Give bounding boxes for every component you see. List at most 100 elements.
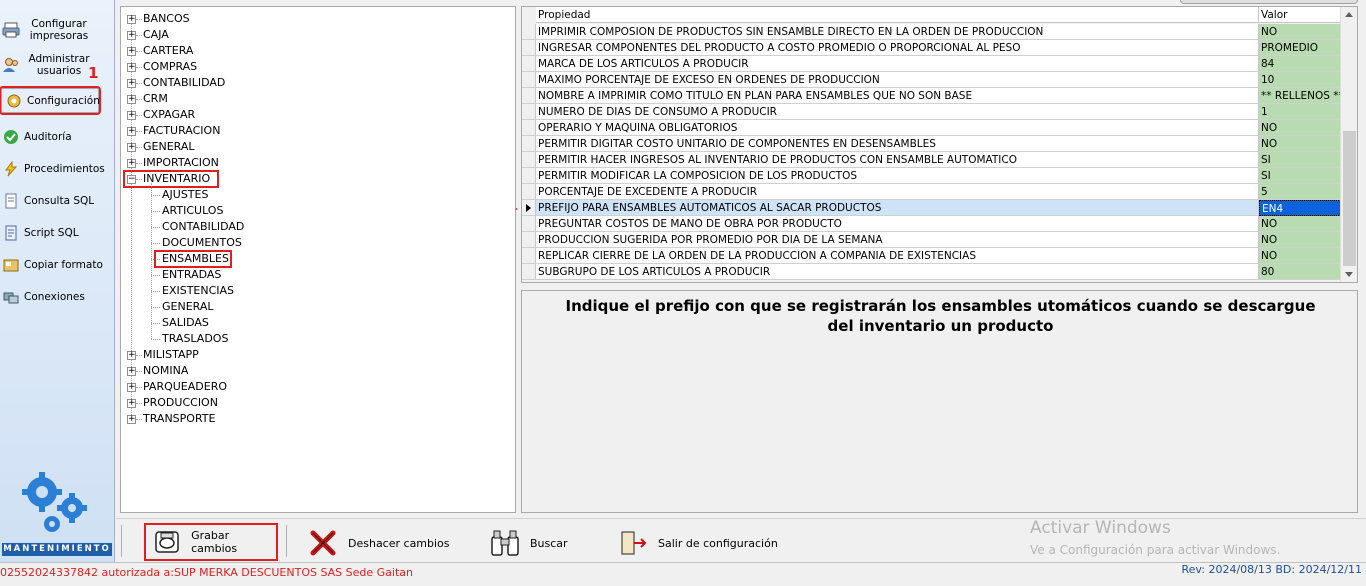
value-cell[interactable]: NO — [1259, 120, 1341, 136]
grid-row[interactable]: PRODUCCION SUGERIDA POR PROMEDIO POR DIA… — [522, 232, 1341, 248]
top-partial-button[interactable] — [1180, 0, 1358, 4]
tree-node[interactable]: CONTABILIDAD — [143, 75, 225, 91]
expand-icon[interactable]: + — [127, 351, 136, 360]
value-cell[interactable]: 84 — [1259, 56, 1341, 72]
tree-node[interactable]: COMPRAS — [143, 59, 197, 75]
value-cell[interactable]: 5 — [1259, 184, 1341, 200]
grid-row[interactable]: SUBGRUPO DE LOS ARTICULOS A PRODUCIR 80 — [522, 264, 1341, 280]
tree-node[interactable]: SALIDAS — [162, 315, 209, 331]
tree-node[interactable]: CAJA — [143, 27, 169, 43]
expand-icon[interactable]: + — [127, 31, 136, 40]
value-cell[interactable]: 1 — [1259, 104, 1341, 120]
scroll-down-icon[interactable] — [1345, 272, 1353, 277]
value-cell[interactable]: EN4 — [1259, 200, 1341, 216]
tree-node-ensambles[interactable]: ENSAMBLES — [162, 251, 229, 267]
grid-row[interactable]: INGRESAR COMPONENTES DEL PRODUCTO A COST… — [522, 40, 1341, 56]
row-selector[interactable] — [522, 152, 536, 168]
grid-row[interactable]: PERMITIR MODIFICAR LA COMPOSICION DE LOS… — [522, 168, 1341, 184]
sidebar-item-conexiones[interactable]: Conexiones — [2, 288, 112, 306]
search-button[interactable]: Buscar — [490, 527, 568, 559]
tree-node[interactable]: CRM — [143, 91, 168, 107]
grid-row[interactable]: IMPRIMIR COMPOSION DE PRODUCTOS SIN ENSA… — [522, 24, 1341, 40]
expand-icon[interactable]: + — [127, 63, 136, 72]
expand-icon[interactable]: + — [127, 15, 136, 24]
tree-node[interactable]: NOMINA — [143, 363, 188, 379]
tree-node[interactable]: TRANSPORTE — [143, 411, 215, 427]
value-cell[interactable]: 80 — [1259, 264, 1341, 280]
tree-node[interactable]: DOCUMENTOS — [162, 235, 242, 251]
grid-row[interactable]: PREFIJO PARA ENSAMBLES AUTOMATICOS AL SA… — [522, 200, 1341, 216]
row-selector[interactable] — [522, 24, 536, 40]
row-selector[interactable] — [522, 232, 536, 248]
tree-node[interactable]: MILISTAPP — [143, 347, 199, 363]
row-selector[interactable] — [522, 120, 536, 136]
expand-icon[interactable]: + — [127, 127, 136, 136]
expand-icon[interactable]: + — [127, 143, 136, 152]
expand-icon[interactable]: + — [127, 95, 136, 104]
expand-icon[interactable]: + — [127, 367, 136, 376]
row-selector[interactable] — [522, 72, 536, 88]
sidebar-item-configuracion[interactable]: Configuración — [0, 86, 101, 115]
row-selector[interactable] — [522, 168, 536, 184]
grid-row[interactable]: PREGUNTAR COSTOS DE MANO DE OBRA POR PRO… — [522, 216, 1341, 232]
grid-row[interactable]: PERMITIR DIGITAR COSTO UNITARIO DE COMPO… — [522, 136, 1341, 152]
value-cell[interactable]: NO — [1259, 24, 1341, 40]
grid-scrollbar[interactable] — [1340, 7, 1357, 282]
sidebar-item-copiar-formato[interactable]: Copiar formato — [2, 256, 112, 274]
value-cell[interactable]: NO — [1259, 232, 1341, 248]
sidebar-item-script-sql[interactable]: Script SQL — [2, 224, 112, 242]
grid-row[interactable]: MAXIMO PORCENTAJE DE EXCESO EN ORDENES D… — [522, 72, 1341, 88]
row-selector[interactable] — [522, 88, 536, 104]
tree-node[interactable]: BANCOS — [143, 11, 190, 27]
save-button[interactable]: Grabar cambios — [144, 523, 278, 561]
exit-config-button[interactable]: Salir de configuración — [618, 527, 778, 559]
expand-icon[interactable]: + — [127, 79, 136, 88]
tree-node[interactable]: CXPAGAR — [143, 107, 195, 123]
expand-icon[interactable]: + — [127, 415, 136, 424]
tree-node[interactable]: PARQUEADERO — [143, 379, 227, 395]
row-selector[interactable] — [522, 184, 536, 200]
expand-icon[interactable]: + — [127, 383, 136, 392]
value-cell[interactable]: NO — [1259, 136, 1341, 152]
tree-node[interactable]: ENTRADAS — [162, 267, 221, 283]
sidebar-item-procedimientos[interactable]: Procedimientos — [2, 160, 112, 178]
expand-icon[interactable]: + — [127, 111, 136, 120]
tree-node[interactable]: IMPORTACION — [143, 155, 219, 171]
sidebar-item-auditoria[interactable]: Auditoría — [2, 128, 112, 146]
row-selector[interactable] — [522, 200, 536, 216]
scroll-up-icon[interactable] — [1345, 12, 1353, 17]
grid-row[interactable]: PORCENTAJE DE EXCEDENTE A PRODUCIR 5 — [522, 184, 1341, 200]
value-cell[interactable]: NO — [1259, 248, 1341, 264]
value-cell[interactable]: SI — [1259, 168, 1341, 184]
tree-node[interactable]: AJUSTES — [162, 187, 208, 203]
tree-node[interactable]: ARTICULOS — [162, 203, 223, 219]
grid-row[interactable]: MARCA DE LOS ARTICULOS A PRODUCIR 84 — [522, 56, 1341, 72]
grid-row[interactable]: OPERARIO Y MAQUINA OBLIGATORIOS NO — [522, 120, 1341, 136]
row-selector[interactable] — [522, 104, 536, 120]
row-selector[interactable] — [522, 40, 536, 56]
tree-node[interactable]: CARTERA — [143, 43, 193, 59]
sidebar-item-consulta-sql[interactable]: Consulta SQL — [2, 192, 112, 210]
grid-row[interactable]: NOMBRE A IMPRIMIR COMO TITULO EN PLAN PA… — [522, 88, 1341, 104]
scroll-thumb[interactable] — [1343, 131, 1356, 266]
row-selector[interactable] — [522, 216, 536, 232]
tree-node[interactable]: GENERAL — [162, 299, 214, 315]
value-cell[interactable]: SI — [1259, 152, 1341, 168]
tree-node[interactable]: CONTABILIDAD — [162, 219, 244, 235]
row-selector[interactable] — [522, 248, 536, 264]
undo-button[interactable]: Deshacer cambios — [308, 527, 450, 559]
sidebar-item-printers[interactable]: Configurar impresoras — [2, 18, 112, 42]
grid-row[interactable]: PERMITIR HACER INGRESOS AL INVENTARIO DE… — [522, 152, 1341, 168]
tree-node[interactable]: PRODUCCION — [143, 395, 218, 411]
tree-node[interactable]: GENERAL — [143, 139, 195, 155]
row-selector[interactable] — [522, 56, 536, 72]
tree-node[interactable]: FACTURACION — [143, 123, 220, 139]
expand-icon[interactable]: + — [127, 399, 136, 408]
value-cell[interactable]: NO — [1259, 216, 1341, 232]
grid-row[interactable]: REPLICAR CIERRE DE LA ORDEN DE LA PRODUC… — [522, 248, 1341, 264]
value-cell[interactable]: 10 — [1259, 72, 1341, 88]
value-cell[interactable]: ** RELLENOS ** — [1259, 88, 1341, 104]
grid-row[interactable]: NUMERO DE DIAS DE CONSUMO A PRODUCIR 1 — [522, 104, 1341, 120]
tree-node[interactable]: EXISTENCIAS — [162, 283, 234, 299]
expand-icon[interactable]: + — [127, 47, 136, 56]
